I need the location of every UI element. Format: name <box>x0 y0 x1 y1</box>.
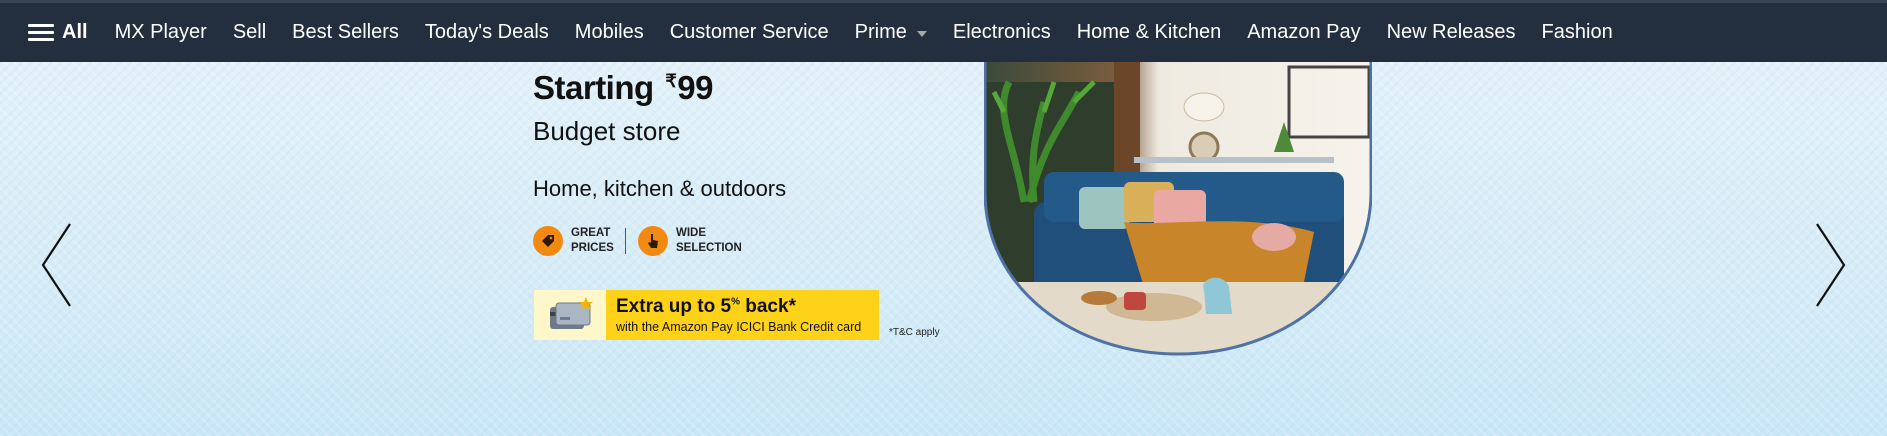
badge-wide-selection: WIDE SELECTION <box>638 226 756 256</box>
nav-item-electronics[interactable]: Electronics <box>940 2 1064 64</box>
nav-item-todays-deals[interactable]: Today's Deals <box>412 2 562 64</box>
nav-item-customer-service[interactable]: Customer Service <box>657 2 842 64</box>
offer-main-text: Extra up to 5 <box>616 296 732 317</box>
nav-item-new-releases[interactable]: New Releases <box>1374 2 1529 64</box>
offer-main-line: Extra up to 5% back* <box>616 296 861 318</box>
carousel-prev-button[interactable] <box>30 220 80 310</box>
nav-item-sell[interactable]: Sell <box>220 2 279 64</box>
pointer-hand-icon <box>638 226 668 256</box>
banner-tagline: Home, kitchen & outdoors <box>533 176 787 201</box>
terms-note: *T&C apply <box>889 327 940 338</box>
badge-divider <box>625 228 626 254</box>
feature-badges: GREAT PRICES WIDE SELECTION <box>533 226 756 256</box>
living-room-photo <box>984 62 1372 356</box>
banner-headline: Starting ₹99 <box>533 69 714 107</box>
nav-item-fashion[interactable]: Fashion <box>1529 2 1626 64</box>
banner-subhead: Budget store <box>533 116 681 146</box>
badge-wide-selection-text: WIDE SELECTION <box>676 226 756 256</box>
headline-text: Starting <box>533 69 654 106</box>
nav-item-mx-player[interactable]: MX Player <box>102 2 220 64</box>
offer-sub-line: with the Amazon Pay ICICI Bank Credit ca… <box>616 320 862 334</box>
nav-all-label: All <box>62 21 88 43</box>
hamburger-icon <box>28 23 54 43</box>
nav-item-amazon-pay[interactable]: Amazon Pay <box>1234 2 1373 64</box>
hero-banner[interactable]: Starting ₹99 Budget store Home, kitchen … <box>0 62 1887 436</box>
headline-price: 99 <box>677 69 714 106</box>
nav-item-best-sellers[interactable]: Best Sellers <box>279 2 412 64</box>
nav-item-mobiles[interactable]: Mobiles <box>562 2 657 64</box>
top-navigation-bar: All MX Player Sell Best Sellers Today's … <box>0 0 1887 62</box>
nav-item-prime-label: Prime <box>854 21 907 43</box>
chevron-left-icon <box>41 223 71 307</box>
badge2-line2: SELECTION <box>676 242 742 254</box>
caret-down-icon <box>916 30 927 37</box>
chevron-right-icon <box>1816 223 1846 307</box>
bank-offer-strip: Extra up to 5% back* with the Amazon Pay… <box>534 290 879 340</box>
offer-percent: % <box>731 296 740 308</box>
badge2-line1: WIDE <box>676 227 707 239</box>
credit-card-icon <box>534 290 606 340</box>
rupee-symbol: ₹ <box>665 71 677 91</box>
carousel-next-button[interactable] <box>1807 220 1857 310</box>
offer-main-end: back* <box>739 296 796 317</box>
nav-all-menu[interactable]: All <box>0 2 102 64</box>
nav-item-prime[interactable]: Prime <box>842 2 940 64</box>
badge-great-prices-text: GREAT PRICES <box>571 226 617 256</box>
badge-great-prices: GREAT PRICES <box>533 226 617 256</box>
badge1-line1: GREAT <box>571 227 611 239</box>
offer-text: Extra up to 5% back* with the Amazon Pay… <box>606 296 861 334</box>
badge1-line2: PRICES <box>571 242 614 254</box>
price-tag-icon <box>533 226 563 256</box>
nav-item-home-kitchen[interactable]: Home & Kitchen <box>1064 2 1235 64</box>
